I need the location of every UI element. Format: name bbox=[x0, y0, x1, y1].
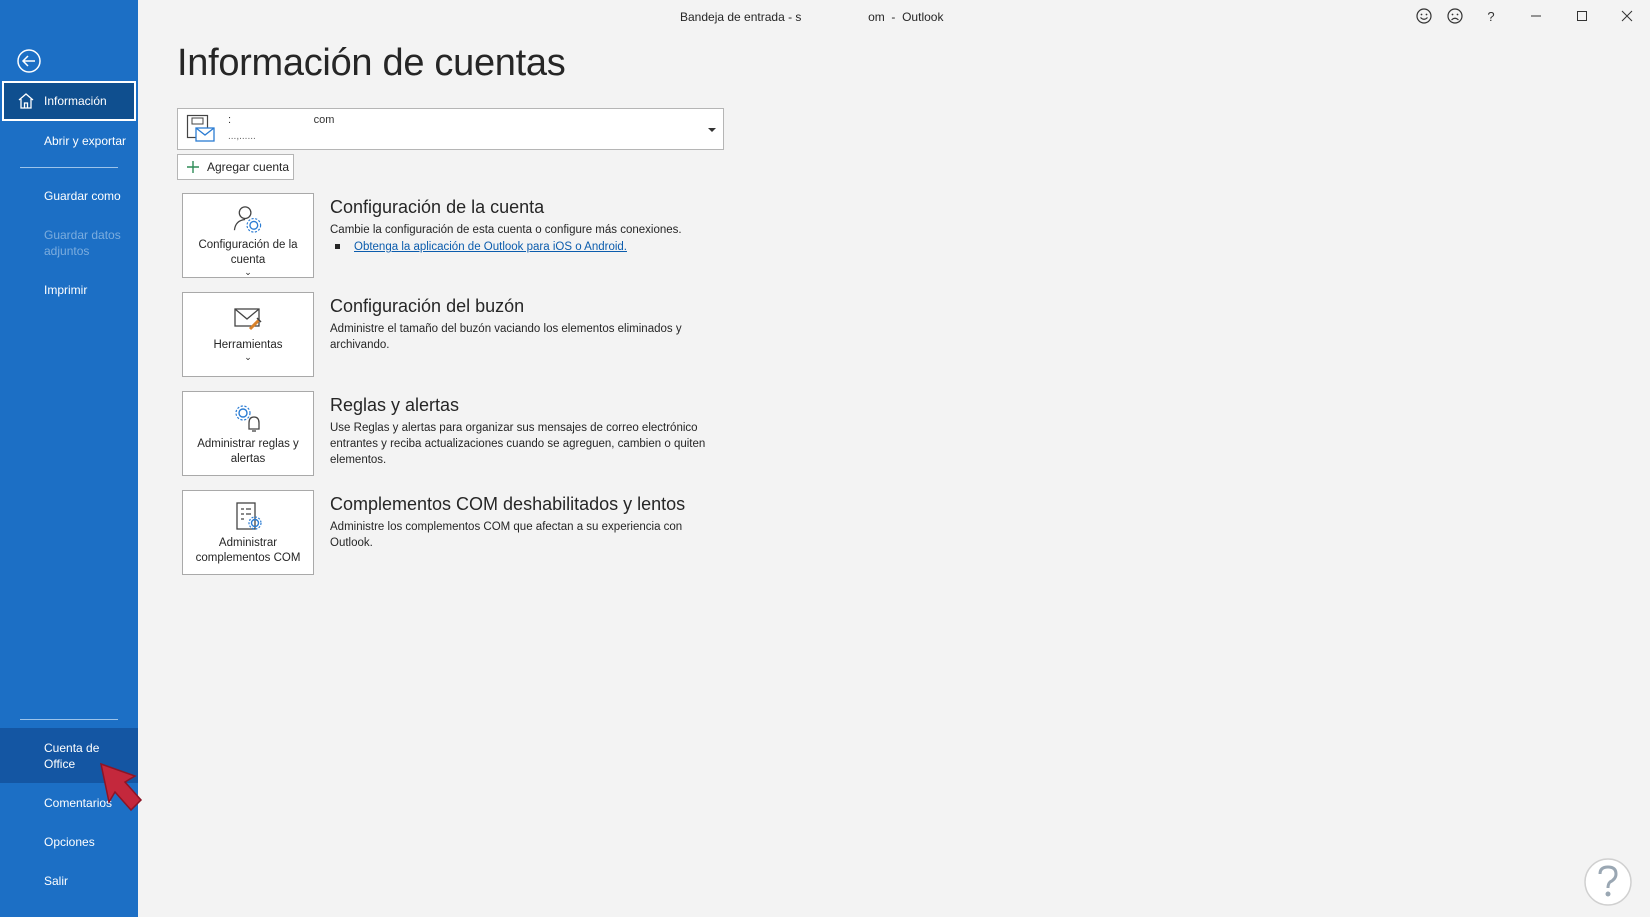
page-title: Información de cuentas bbox=[177, 42, 566, 84]
chevron-down-icon: ⌄ bbox=[244, 352, 252, 362]
frown-feedback-icon[interactable] bbox=[1443, 6, 1467, 26]
rules-alerts-tile[interactable]: Administrar reglas y alertas bbox=[182, 391, 314, 476]
rules-alerts-icon bbox=[235, 405, 260, 432]
chevron-down-icon bbox=[708, 128, 716, 132]
maximize-icon[interactable] bbox=[1570, 6, 1594, 26]
nav-informacion-label: Información bbox=[44, 94, 107, 108]
help-icon[interactable]: ? bbox=[1479, 6, 1503, 26]
section-desc-com: Administre los complementos COM que afec… bbox=[330, 521, 683, 549]
home-icon bbox=[18, 93, 34, 109]
mailbox-tools-icon bbox=[234, 308, 262, 331]
outlook-mobile-link[interactable]: Obtenga la aplicación de Outlook para iO… bbox=[335, 241, 627, 253]
section-title-rules: Reglas y alertas bbox=[330, 395, 460, 415]
account-settings-tile[interactable]: Configuración de la cuenta ⌄ bbox=[182, 193, 314, 278]
tools-tile-label: Herramientas bbox=[213, 339, 283, 351]
window-title: Bandeja de entrada - s om - Outlook bbox=[680, 10, 944, 24]
sidebar-divider bbox=[20, 167, 118, 168]
nav-opciones[interactable]: Opciones bbox=[0, 834, 138, 850]
watermark-logo-icon bbox=[1584, 858, 1632, 906]
account-email: : com bbox=[228, 114, 335, 126]
nav-abrir-exportar[interactable]: Abrir y exportar bbox=[0, 133, 138, 149]
sidebar-divider bbox=[20, 719, 118, 720]
mail-account-icon bbox=[186, 114, 215, 142]
plus-icon bbox=[187, 161, 199, 173]
rules-alerts-tile-label: Administrar reglas y alertas bbox=[197, 438, 299, 465]
minimize-icon[interactable] bbox=[1524, 6, 1548, 26]
nav-imprimir[interactable]: Imprimir bbox=[0, 282, 138, 298]
com-addins-tile[interactable]: Administrar complementos COM bbox=[182, 490, 314, 575]
account-settings-tile-label: Configuración de la cuenta bbox=[198, 239, 298, 266]
outlook-mobile-link-text[interactable]: Obtenga la aplicación de Outlook para iO… bbox=[354, 241, 627, 253]
section-title-com: Complementos COM deshabilitados y lentos bbox=[330, 494, 686, 514]
com-addins-tile-label: Administrar complementos COM bbox=[195, 537, 301, 564]
account-dropdown[interactable]: : com ...,...... bbox=[177, 108, 724, 150]
smile-feedback-icon[interactable] bbox=[1412, 6, 1436, 26]
add-account-label: Agregar cuenta bbox=[207, 160, 290, 174]
annotation-arrow-icon bbox=[99, 762, 143, 812]
nav-guardar-como[interactable]: Guardar como bbox=[0, 188, 138, 204]
title-bar: Bandeja de entrada - s om - Outlook ? bbox=[138, 0, 1650, 32]
account-type: ...,...... bbox=[228, 131, 256, 142]
tools-tile[interactable]: Herramientas ⌄ bbox=[182, 292, 314, 377]
section-desc-mailbox: Administre el tamaño del buzón vaciando … bbox=[330, 323, 682, 351]
nav-informacion[interactable]: Información bbox=[2, 81, 136, 121]
com-addins-icon bbox=[236, 502, 262, 530]
section-desc-rules: Use Reglas y alertas para organizar sus … bbox=[330, 422, 706, 466]
section-desc-account: Cambie la configuración de esta cuenta o… bbox=[330, 224, 682, 236]
nav-salir[interactable]: Salir bbox=[0, 873, 138, 889]
chevron-down-icon: ⌄ bbox=[244, 267, 252, 277]
add-account-button[interactable]: Agregar cuenta bbox=[177, 154, 294, 180]
bullet-icon bbox=[335, 244, 340, 250]
nav-guardar-adjuntos: Guardar datos adjuntos bbox=[44, 228, 121, 258]
section-title-mailbox: Configuración del buzón bbox=[330, 296, 525, 316]
section-title-account: Configuración de la cuenta bbox=[330, 197, 545, 217]
back-arrow-icon[interactable] bbox=[14, 46, 44, 76]
svg-text:?: ? bbox=[1487, 9, 1494, 24]
close-icon[interactable] bbox=[1615, 6, 1639, 26]
account-settings-icon bbox=[233, 206, 262, 233]
